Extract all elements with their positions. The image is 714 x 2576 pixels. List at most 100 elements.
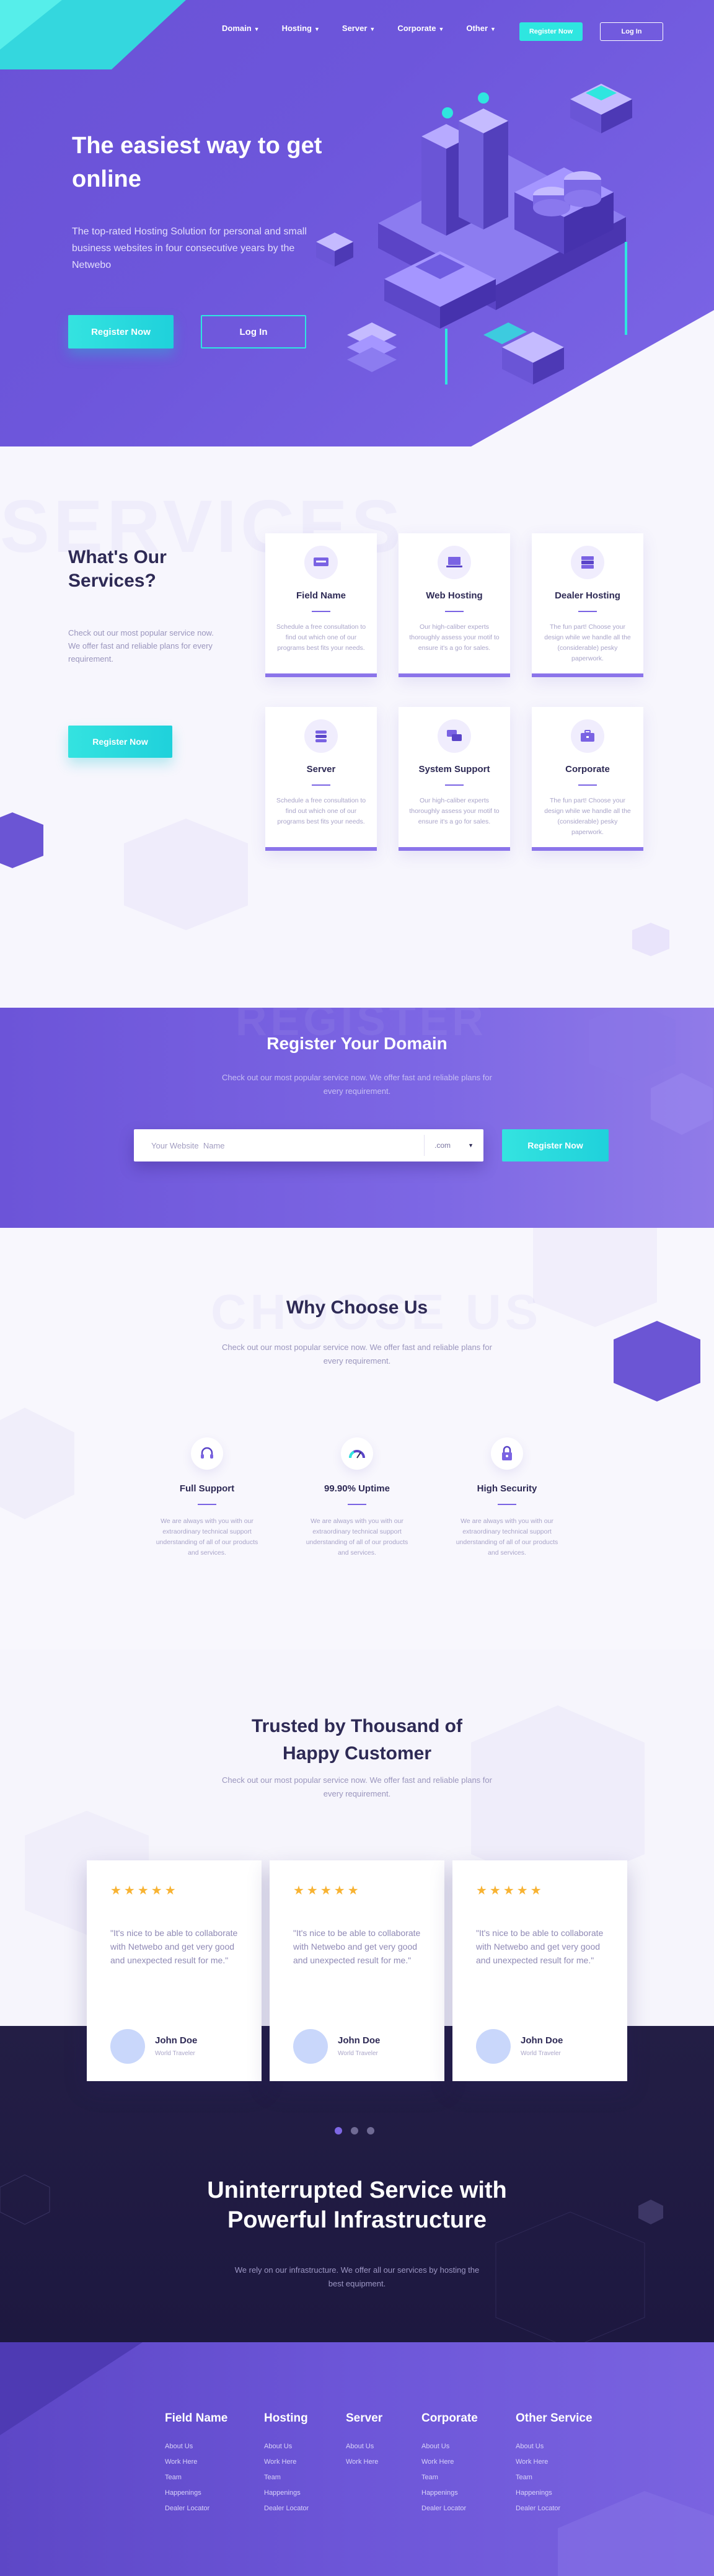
- services-section: SERVICES What's Our Services? Check out …: [0, 446, 714, 1008]
- card-text: The fun part! Choose your design while w…: [544, 797, 631, 836]
- trust-title: Trusted by Thousand of Happy Customer: [251, 1716, 462, 1764]
- footer-link[interactable]: Happenings: [516, 2485, 593, 2501]
- testimonial-quote: "It's nice to be able to collaborate wit…: [293, 1928, 421, 1965]
- server-rack-icon: [571, 546, 604, 579]
- avatar: [476, 2029, 511, 2064]
- footer-link[interactable]: Work Here: [421, 2454, 478, 2470]
- card-divider: [312, 784, 330, 786]
- footer-link[interactable]: Work Here: [346, 2454, 382, 2470]
- footer-column-title: Server: [346, 2412, 383, 2425]
- footer-link[interactable]: About Us: [421, 2439, 478, 2454]
- carousel-dot[interactable]: [351, 2127, 358, 2134]
- card-text: Our high-caliber experts thoroughly asse…: [409, 797, 500, 825]
- domain-search-field: .com ▼: [134, 1129, 483, 1161]
- service-card-server[interactable]: Server Schedule a free consultation to f…: [265, 707, 377, 851]
- feature-divider: [498, 1504, 516, 1505]
- feature-high-security: High Security We are always with you wit…: [451, 1437, 563, 1558]
- testimonial-card: ★★★★★ "It's nice to be able to collabora…: [270, 1860, 444, 2081]
- footer-link[interactable]: Happenings: [264, 2485, 309, 2501]
- feature-text: We are always with you with our extraord…: [456, 1517, 558, 1557]
- testimonial-role: World Traveler: [155, 2050, 195, 2057]
- feature-text: We are always with you with our extraord…: [156, 1517, 258, 1557]
- carousel-dot[interactable]: [335, 2127, 342, 2134]
- card-title: Server: [306, 764, 336, 775]
- card-divider: [312, 611, 330, 612]
- footer-link[interactable]: Happenings: [421, 2485, 478, 2501]
- nav-item-server[interactable]: Server ▼: [342, 24, 375, 33]
- footer-link[interactable]: Team: [516, 2470, 593, 2485]
- service-card-system-support[interactable]: System Support Our high-caliber experts …: [399, 707, 510, 851]
- testimonial-author: John Doe: [338, 2035, 381, 2046]
- footer-link[interactable]: About Us: [346, 2439, 382, 2454]
- feature-title: High Security: [477, 1483, 537, 1494]
- service-card-web-hosting[interactable]: Web Hosting Our high-caliber experts tho…: [399, 533, 510, 677]
- testimonial-quote: "It's nice to be able to collaborate wit…: [110, 1928, 238, 1965]
- footer-link[interactable]: Dealer Locator: [264, 2501, 309, 2516]
- why-title: Why Choose Us: [286, 1297, 428, 1318]
- hero-register-button[interactable]: Register Now: [68, 315, 174, 349]
- card-divider: [445, 611, 464, 612]
- footer-column-title: Field Name: [165, 2412, 228, 2425]
- card-title: Dealer Hosting: [555, 590, 620, 601]
- domain-subtitle: Check out our most popular service now. …: [222, 1073, 492, 1096]
- server-panel-icon: [304, 546, 338, 579]
- trust-subtitle: Check out our most popular service now. …: [222, 1775, 492, 1798]
- database-icon: [304, 719, 338, 753]
- nav-register-button[interactable]: Register Now: [519, 22, 583, 41]
- footer-link[interactable]: Dealer Locator: [421, 2501, 478, 2516]
- service-card-dealer-hosting[interactable]: Dealer Hosting The fun part! Choose your…: [532, 533, 643, 677]
- feature-text: We are always with you with our extraord…: [306, 1517, 408, 1557]
- service-card-corporate[interactable]: Corporate The fun part! Choose your desi…: [532, 707, 643, 851]
- footer-link[interactable]: About Us: [165, 2439, 227, 2454]
- footer-link[interactable]: Dealer Locator: [516, 2501, 593, 2516]
- footer-link[interactable]: Team: [264, 2470, 309, 2485]
- footer-link[interactable]: Work Here: [165, 2454, 227, 2470]
- footer-link[interactable]: About Us: [516, 2439, 593, 2454]
- footer-link[interactable]: Work Here: [264, 2454, 309, 2470]
- hero-login-button[interactable]: Log In: [201, 315, 306, 349]
- footer-column-hosting: Hosting About Us Work Here Team Happenin…: [264, 2412, 309, 2516]
- domain-register-button[interactable]: Register Now: [502, 1129, 609, 1161]
- tld-select[interactable]: .com ▼: [424, 1135, 483, 1156]
- card-divider: [445, 784, 464, 786]
- rating-stars: ★★★★★: [476, 1884, 544, 1898]
- footer-column-server: Server About Us Work Here: [346, 2412, 382, 2470]
- infrastructure-subtitle: We rely on our infrastructure. We offer …: [234, 2265, 480, 2288]
- footer-link[interactable]: Team: [165, 2470, 227, 2485]
- footer-link[interactable]: Team: [421, 2470, 478, 2485]
- testimonial-author: John Doe: [155, 2035, 198, 2046]
- main-nav: Domain ▼ Hosting ▼ Server ▼ Corporate ▼ Othe…: [222, 24, 496, 33]
- why-subtitle: Check out our most popular service now. …: [222, 1343, 492, 1366]
- why-choose-us-section: CHOOSE US Why Choose Us Check out our mo…: [0, 1228, 714, 1650]
- lock-icon: [491, 1437, 523, 1470]
- nav-item-domain[interactable]: Domain ▼: [222, 24, 260, 33]
- card-text: Schedule a free consultation to find out…: [276, 623, 366, 652]
- domain-name-input[interactable]: [134, 1129, 424, 1161]
- caret-down-icon: ▼: [314, 26, 320, 32]
- carousel-dot[interactable]: [367, 2127, 374, 2134]
- laptop-icon: [438, 546, 471, 579]
- card-title: Web Hosting: [426, 590, 483, 601]
- nav-item-hosting[interactable]: Hosting ▼: [282, 24, 320, 33]
- testimonial-role: World Traveler: [521, 2050, 561, 2057]
- nav-item-other[interactable]: Other ▼: [466, 24, 496, 33]
- footer-link[interactable]: Happenings: [165, 2485, 227, 2501]
- card-text: Our high-caliber experts thoroughly asse…: [409, 623, 500, 652]
- feature-uptime: 99.90% Uptime We are always with you wit…: [301, 1437, 413, 1558]
- caret-down-icon: ▼: [253, 26, 260, 32]
- card-title: System Support: [418, 764, 490, 775]
- feature-title: Full Support: [179, 1483, 235, 1494]
- nav-item-corporate[interactable]: Corporate ▼: [397, 24, 444, 33]
- service-card-field-name[interactable]: Field Name Schedule a free consultation …: [265, 533, 377, 677]
- services-register-button[interactable]: Register Now: [68, 726, 172, 758]
- footer-link[interactable]: About Us: [264, 2439, 309, 2454]
- footer-column-corporate: Corporate About Us Work Here Team Happen…: [421, 2412, 478, 2516]
- footer-column-title: Other Service: [516, 2412, 593, 2425]
- nav-login-button[interactable]: Log In: [600, 22, 663, 41]
- rating-stars: ★★★★★: [110, 1884, 178, 1898]
- caret-down-icon: ▼: [490, 26, 496, 32]
- services-title: What's Our Services?: [68, 547, 167, 591]
- domain-section: REGISTER Register Your Domain Check out …: [0, 1008, 714, 1228]
- footer-link[interactable]: Work Here: [516, 2454, 593, 2470]
- footer-link[interactable]: Dealer Locator: [165, 2501, 227, 2516]
